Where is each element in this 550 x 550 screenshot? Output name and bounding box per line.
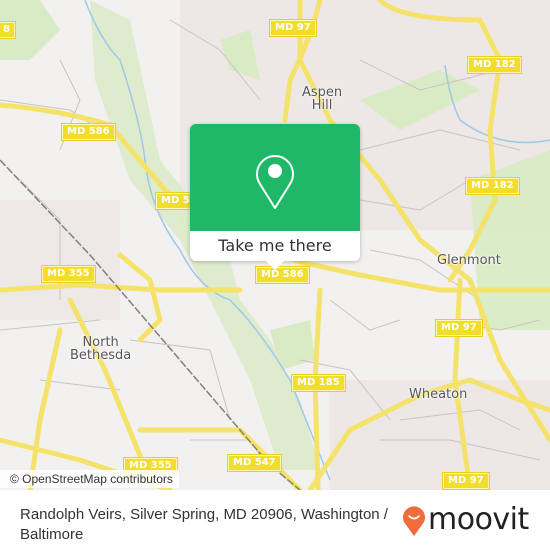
map-attribution[interactable]: © OpenStreetMap contributors	[0, 470, 179, 488]
map[interactable]: MD 97 MD 182 MD 182 MD 586 MD 586 MD 586…	[0, 0, 550, 490]
take-me-there-button[interactable]: Take me there	[190, 231, 360, 261]
route-shield: 8	[0, 22, 15, 38]
address-text: Randolph Veirs, Silver Spring, MD 20906,…	[20, 506, 388, 543]
popup-header	[190, 124, 360, 231]
place-label-aspen-hill: Aspen Hill	[302, 85, 343, 113]
popup-tail	[265, 260, 285, 270]
place-label-glenmont: Glenmont	[437, 253, 501, 268]
route-shield: MD 97	[443, 473, 489, 489]
map-pin-icon	[256, 155, 294, 209]
route-shield: MD 185	[292, 375, 345, 391]
place-label-wheaton: Wheaton	[409, 387, 468, 402]
moovit-pin-icon	[403, 506, 425, 536]
route-shield: MD 182	[468, 57, 521, 73]
moovit-wordmark: moovit	[428, 502, 529, 537]
route-shield: MD 97	[270, 20, 316, 36]
place-label-north-bethesda: North Bethesda	[70, 335, 132, 363]
route-shield: MD 547	[228, 455, 281, 471]
route-shield: MD 355	[42, 266, 95, 282]
route-shield: MD 182	[466, 178, 519, 194]
route-shield: MD 586	[62, 124, 115, 140]
route-shield: MD 97	[436, 320, 482, 336]
location-popup: Take me there	[190, 124, 360, 270]
